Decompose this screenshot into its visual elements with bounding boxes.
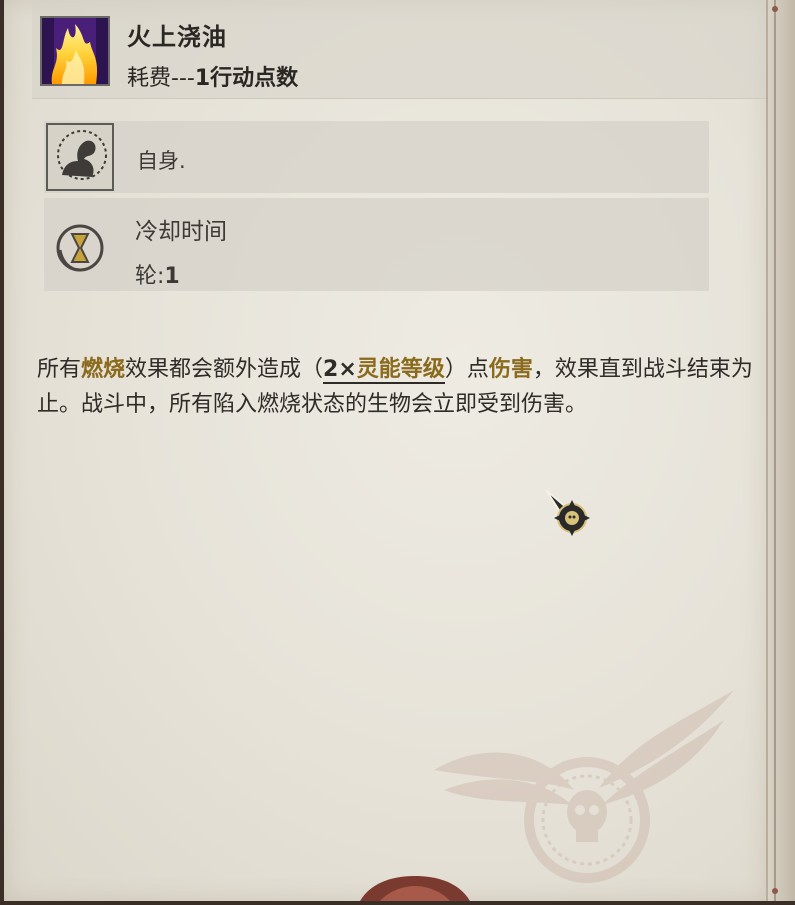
hourglass-icon [50, 220, 110, 276]
cooldown-row: 冷却时间 轮:1 [44, 198, 709, 291]
desc-text: 所有 [37, 357, 82, 382]
rounds-value: 1 [164, 264, 180, 289]
ability-description: 所有燃烧效果都会额外造成（2×灵能等级）点伤害，效果直到战斗结束为止。战斗中，所… [37, 352, 767, 422]
bottom-ornament-icon [360, 872, 470, 901]
formula-multiplier: 2× [323, 357, 357, 382]
frame-rail [774, 0, 776, 901]
cooldown-rounds: 轮:1 [135, 258, 180, 290]
pointer-cursor-icon [544, 488, 592, 538]
desc-text: ）点 [444, 357, 489, 382]
target-text: 自身. [137, 149, 186, 173]
desc-text: 效果都会额外造成（ [125, 357, 324, 382]
winged-skull-emblem-icon [424, 680, 744, 890]
keyword-damage[interactable]: 伤害 [489, 357, 533, 382]
window-frame-edge [766, 0, 795, 901]
target-row: 自身. [44, 121, 709, 193]
desc-text: 状态的生物会立即受到伤害。 [301, 392, 588, 417]
rounds-prefix: 轮: [135, 264, 165, 289]
ability-title: 火上浇油 [127, 23, 227, 51]
fire-flame-icon [40, 16, 110, 86]
ability-cost: 耗费---1行动点数 [127, 60, 298, 92]
flexed-arm-icon [46, 123, 114, 191]
frame-stud [772, 888, 778, 894]
cost-value: 1行动点数 [194, 66, 299, 91]
formula-link[interactable]: 2×灵能等级 [323, 357, 445, 384]
keyword-psy-rating: 灵能等级 [356, 357, 445, 382]
ability-tooltip-panel: 火上浇油 耗费---1行动点数 自身. 冷却时间 轮:1 所有燃烧效果都会额外造… [4, 0, 770, 901]
frame-stud [772, 6, 778, 12]
cost-prefix: 耗费--- [127, 66, 195, 91]
cooldown-label: 冷却时间 [135, 219, 227, 245]
keyword-burning[interactable]: 燃烧 [81, 357, 125, 382]
desc-text-hovered: 所有陷入燃烧 [169, 392, 302, 417]
